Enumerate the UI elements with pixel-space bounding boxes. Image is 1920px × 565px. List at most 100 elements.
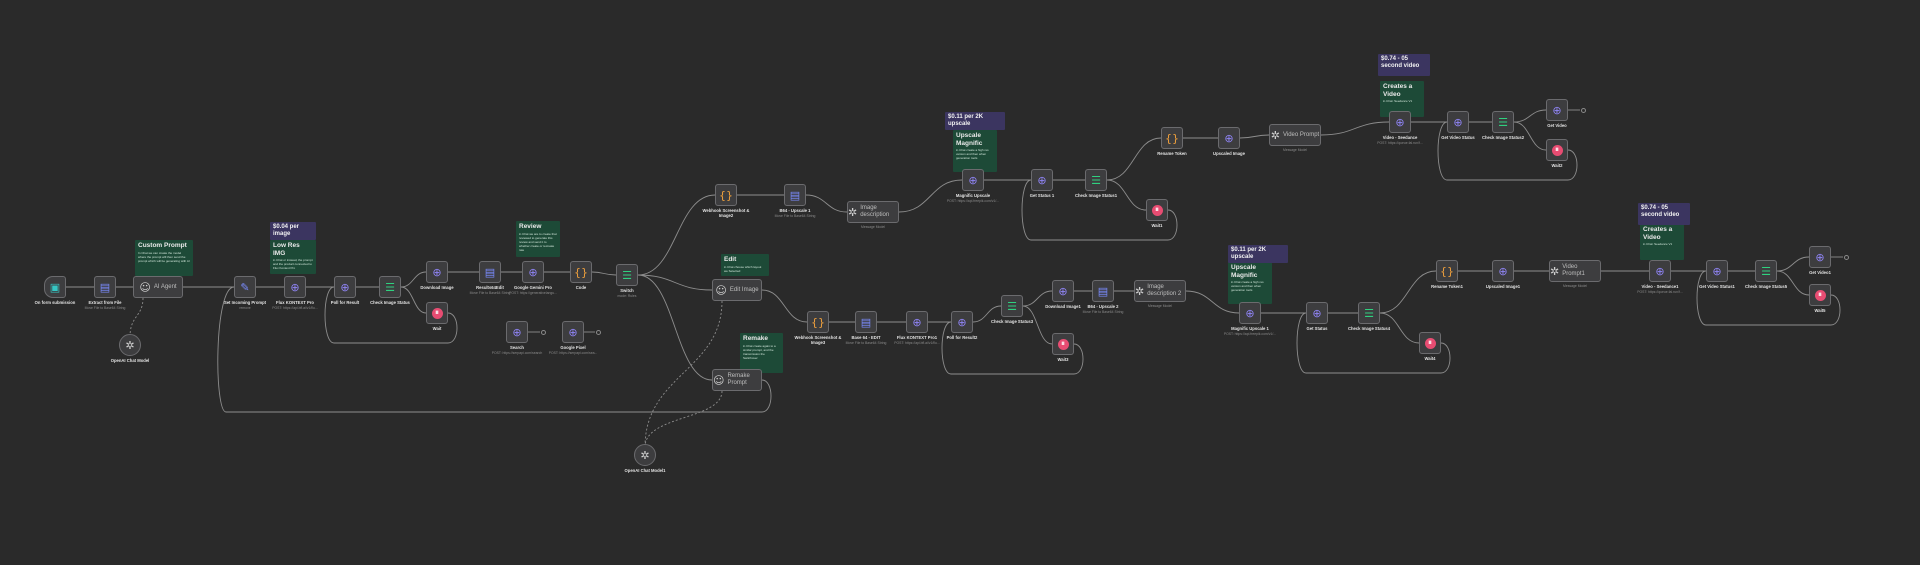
- node-gpixel[interactable]: ⊕: [562, 321, 584, 343]
- node-upscaled1[interactable]: ⊕: [1218, 127, 1240, 149]
- node-seedance2[interactable]: ⊕: [1649, 260, 1671, 282]
- node-label: Wait2: [1551, 163, 1563, 168]
- node-wait1[interactable]: ⏸: [426, 302, 448, 324]
- globe-icon: ⊕: [1058, 284, 1068, 298]
- sticky-note-review[interactable]: Review in Chat we are to create that revi…: [516, 221, 560, 257]
- node-magnific1[interactable]: ⊕: [962, 169, 984, 191]
- globe-icon: ⊕: [1655, 264, 1665, 278]
- node-chat[interactable]: ▣: [44, 276, 66, 298]
- node-setprompt[interactable]: ✎: [234, 276, 256, 298]
- node-download2[interactable]: ⊕: [1052, 280, 1074, 302]
- node-rename1[interactable]: {}: [1161, 127, 1183, 149]
- add-node-endpoint[interactable]: [1843, 254, 1849, 260]
- node-checkimg4[interactable]: ☰: [1358, 302, 1380, 324]
- switch-icon: ☰: [1761, 264, 1771, 278]
- sticky-note-remake[interactable]: Remake in Chat create again to a similar …: [740, 333, 783, 373]
- node-wait3[interactable]: ⏸: [1546, 139, 1568, 161]
- add-node-endpoint[interactable]: [1580, 107, 1586, 113]
- sticky-note-video2[interactable]: Creates a Video in Chat: Seedance V1: [1640, 224, 1684, 260]
- node-webhook2[interactable]: {}: [807, 311, 829, 333]
- node-checkvideo1[interactable]: ☰: [1492, 111, 1514, 133]
- robot-icon: ☺: [139, 280, 151, 294]
- wait-icon: ⏸: [1424, 337, 1436, 349]
- node-webhook1[interactable]: {}: [715, 184, 737, 206]
- sticky-title: Upscale Magnific: [956, 132, 983, 147]
- node-videoprompt1[interactable]: ✲ Video Prompt: [1269, 124, 1321, 146]
- node-b64edit[interactable]: ▤: [855, 311, 877, 333]
- node-getstatus1[interactable]: ⊕: [1031, 169, 1053, 191]
- node-getvideostatus2[interactable]: ⊕: [1706, 260, 1728, 282]
- node-sublabel: POST: https://api.freepik.com/v1/...: [1223, 332, 1277, 336]
- sticky-title: Low Res IMG: [273, 242, 300, 257]
- node-fluxpro2[interactable]: ⊕: [906, 311, 928, 333]
- connection-wire: [1320, 121, 1390, 136]
- node-checkimg3[interactable]: ☰: [1001, 295, 1023, 317]
- sticky-note-upscale2[interactable]: Upscale Magnific in Chat create a high re…: [1228, 262, 1272, 304]
- node-check1[interactable]: ☰: [379, 276, 401, 298]
- wait-icon: ⏸: [1551, 144, 1563, 156]
- node-gemini[interactable]: ⊕: [522, 261, 544, 283]
- node-wait6[interactable]: ⏸: [1809, 284, 1831, 306]
- cost-badge[interactable]: $0.11 per 2K upscale: [1228, 245, 1288, 263]
- node-switch[interactable]: ☰: [616, 264, 638, 286]
- sticky-note-custom[interactable]: Custom Prompt In Chat we can create the m…: [135, 240, 193, 276]
- node-wait2[interactable]: ⏸: [1146, 199, 1168, 221]
- node-fluxpro[interactable]: ⊕: [284, 276, 306, 298]
- extract-file-icon: ▤: [860, 315, 872, 329]
- node-checkimg1[interactable]: ☰: [1085, 169, 1107, 191]
- node-download1[interactable]: ⊕: [426, 261, 448, 283]
- node-results64[interactable]: ▤: [479, 261, 501, 283]
- node-rename2[interactable]: {}: [1436, 260, 1458, 282]
- node-getvideo1[interactable]: ⊕: [1546, 99, 1568, 121]
- node-poll1[interactable]: ⊕: [334, 276, 356, 298]
- cost-badge[interactable]: $0.74 - 05 second video: [1638, 203, 1690, 225]
- node-checkvideo2[interactable]: ☰: [1755, 260, 1777, 282]
- node-getstatus2[interactable]: ⊕: [1306, 302, 1328, 324]
- node-inline-title: AI Agent: [153, 283, 177, 290]
- node-imgdesc1[interactable]: ✲ Image description: [847, 201, 899, 223]
- node-label: Rename Token: [1157, 151, 1187, 156]
- node-b64upscale2[interactable]: ▤: [1092, 280, 1114, 302]
- node-getvideo2[interactable]: ⊕: [1809, 246, 1831, 268]
- cost-badge[interactable]: $0.04 per image: [270, 222, 316, 240]
- globe-icon: ⊕: [290, 280, 300, 294]
- node-wait4[interactable]: ⏸: [1052, 333, 1074, 355]
- node-b64upscale[interactable]: ▤: [784, 184, 806, 206]
- node-label: Video - Seedance1: [1641, 284, 1679, 289]
- node-poll2[interactable]: ⊕: [951, 311, 973, 333]
- globe-icon: ⊕: [1453, 115, 1463, 129]
- node-getvideostatus1[interactable]: ⊕: [1447, 111, 1469, 133]
- sticky-title: Upscale Magnific: [1231, 264, 1258, 279]
- node-extract[interactable]: ▤: [94, 276, 116, 298]
- add-node-endpoint[interactable]: [595, 329, 601, 335]
- node-magnific2[interactable]: ⊕: [1239, 302, 1261, 324]
- sticky-note-edit[interactable]: Edit in Chat choose which layout we Selec…: [721, 254, 769, 276]
- add-node-endpoint[interactable]: [540, 329, 546, 335]
- node-label: Check Image Status1: [1074, 193, 1118, 198]
- node-wait5[interactable]: ⏸: [1419, 332, 1441, 354]
- extract-file-icon: ▤: [1097, 284, 1109, 298]
- node-code[interactable]: {}: [570, 261, 592, 283]
- node-remake[interactable]: ☺ Remake Prompt: [712, 369, 762, 391]
- node-seedance1[interactable]: ⊕: [1389, 111, 1411, 133]
- braces-icon: {}: [574, 265, 588, 279]
- node-agent[interactable]: ☺ AI Agent: [133, 276, 183, 298]
- workflow-canvas[interactable]: Custom Prompt In Chat we can create the m…: [0, 0, 1920, 565]
- globe-icon: ⊕: [432, 265, 442, 279]
- node-search[interactable]: ⊕: [506, 321, 528, 343]
- braces-icon: {}: [719, 188, 733, 202]
- node-imgdesc2[interactable]: ✲ Image description 2: [1134, 280, 1186, 302]
- sticky-note-upscale1[interactable]: Upscale Magnific in Chat create a high re…: [953, 130, 997, 172]
- node-openai2[interactable]: ✲: [634, 444, 656, 466]
- sticky-title: Review: [519, 223, 542, 230]
- sticky-note-lowres[interactable]: Low Res IMG in Chat or instead, the promp…: [270, 240, 316, 274]
- node-label: Magnific Upscale: [955, 193, 991, 198]
- node-upscaled2[interactable]: ⊕: [1492, 260, 1514, 282]
- node-label: Get Status 1: [1029, 193, 1055, 198]
- node-videoprompt2[interactable]: ✲ Video Prompt1: [1549, 260, 1601, 282]
- cost-badge[interactable]: $0.74 - 05 second video: [1378, 54, 1430, 76]
- node-edit[interactable]: ☺ Edit Image: [712, 279, 762, 301]
- wait-icon: ⏸: [1057, 338, 1069, 350]
- node-openai1[interactable]: ✲: [119, 334, 141, 356]
- cost-badge[interactable]: $0.11 per 2K upscale: [945, 112, 1005, 130]
